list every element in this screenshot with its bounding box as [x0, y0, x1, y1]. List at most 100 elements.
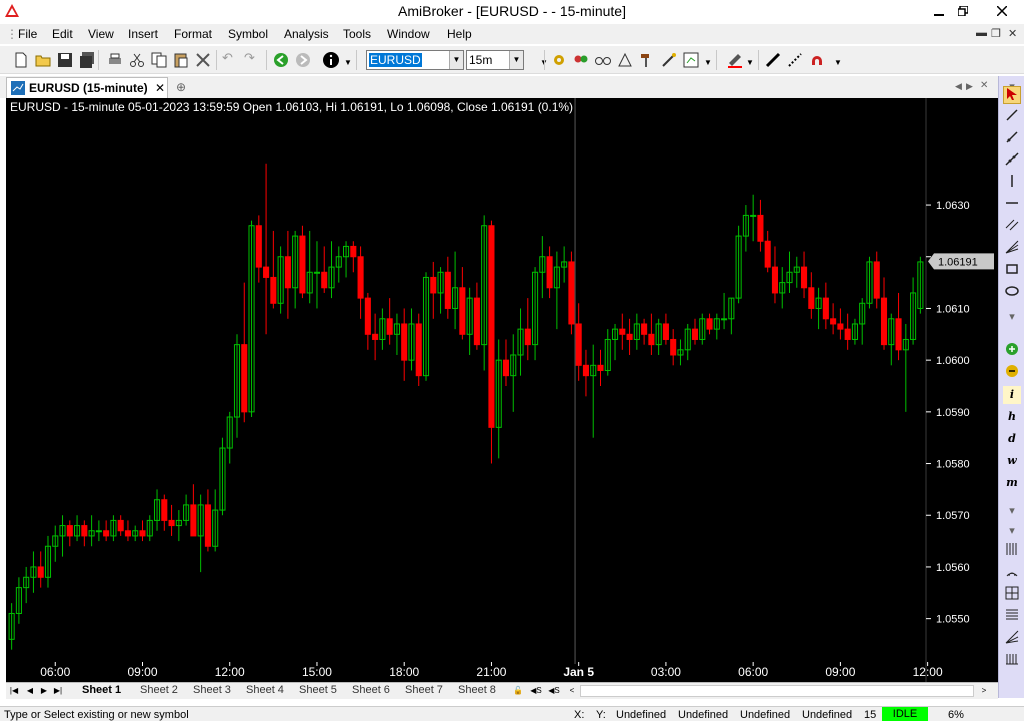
vertical-line-icon[interactable]: [1003, 174, 1021, 192]
candle-body[interactable]: [691, 328, 699, 340]
candle-body[interactable]: [161, 499, 168, 521]
interval-input[interactable]: 15m: [469, 53, 492, 67]
scroll-right-icon[interactable]: >: [978, 684, 990, 698]
candle-body[interactable]: [619, 328, 626, 335]
mdi-restore-icon[interactable]: ❐: [991, 27, 1001, 40]
candle-body[interactable]: [575, 323, 582, 366]
candle-body[interactable]: [750, 214, 757, 217]
menu-help[interactable]: Help: [447, 27, 472, 41]
ray-icon[interactable]: [1003, 130, 1021, 148]
sheet-tab-7[interactable]: Sheet 7: [405, 684, 443, 696]
interval-weekly-icon[interactable]: w: [1003, 452, 1021, 470]
candle-body[interactable]: [837, 323, 844, 330]
select-arrow-icon[interactable]: [1003, 86, 1021, 104]
pen-dropdown-icon[interactable]: ▼: [746, 58, 754, 67]
candle-body[interactable]: [721, 318, 728, 321]
candle-body[interactable]: [430, 276, 437, 294]
sheet-next-icon[interactable]: ▶: [38, 684, 50, 698]
dotted-line-icon[interactable]: [786, 51, 804, 69]
menu-tools[interactable]: Tools: [343, 27, 371, 41]
candle-body[interactable]: [270, 276, 277, 304]
forward-icon[interactable]: [294, 51, 312, 69]
toolbar-dropdown-icon[interactable]: ▾: [1003, 502, 1021, 520]
candle-body[interactable]: [459, 287, 466, 335]
cut-icon[interactable]: [128, 51, 146, 69]
zoom-out-icon[interactable]: [1003, 364, 1021, 382]
candlestick-chart[interactable]: 1.0630 1.0610 1.0600 1.0590 1.0580 1.0570 1.05…: [6, 98, 998, 682]
horizontal-scrollbar[interactable]: [580, 685, 974, 697]
candle-body[interactable]: [488, 225, 495, 428]
candle-body[interactable]: [771, 266, 779, 294]
candle-body[interactable]: [263, 266, 270, 278]
restore-button[interactable]: [948, 0, 978, 22]
symbol-input[interactable]: EURUSD: [369, 53, 422, 67]
candle-body[interactable]: [546, 256, 553, 289]
toolbar-dropdown-icon[interactable]: ▾: [1003, 522, 1021, 540]
sheet-prev-icon[interactable]: ◀: [24, 684, 36, 698]
candle-body[interactable]: [255, 225, 262, 268]
new-tab-icon[interactable]: ⊕: [176, 80, 186, 94]
candle-body[interactable]: [241, 344, 248, 413]
close-button[interactable]: [980, 0, 1024, 22]
candle-body[interactable]: [895, 318, 902, 351]
save-icon[interactable]: [56, 51, 74, 69]
candle-body[interactable]: [103, 530, 110, 537]
candle-body[interactable]: [95, 530, 102, 533]
sheet-tab-8[interactable]: Sheet 8: [458, 684, 496, 696]
sync-symbol-icon[interactable]: ◀S: [546, 684, 562, 698]
chevron-down-icon[interactable]: ▼: [449, 51, 463, 69]
candle-body[interactable]: [757, 214, 764, 242]
info-icon[interactable]: [322, 51, 340, 69]
menu-symbol[interactable]: Symbol: [228, 27, 268, 41]
lock-icon[interactable]: 🔓: [512, 684, 524, 698]
candle-body[interactable]: [830, 318, 837, 325]
sheet-tab-4[interactable]: Sheet 4: [246, 684, 284, 696]
hammer-icon[interactable]: [638, 51, 656, 69]
tab-scroll-left-icon[interactable]: ◀: [955, 81, 962, 92]
chart-export-icon[interactable]: [682, 51, 700, 69]
candle-body[interactable]: [190, 504, 197, 537]
pen-color-icon[interactable]: [726, 51, 744, 69]
back-icon[interactable]: [272, 51, 290, 69]
tab-close-all-icon[interactable]: ✕: [980, 80, 988, 91]
tab-close-icon[interactable]: ✕: [155, 81, 165, 95]
toolbar-overflow-icon[interactable]: ▼: [704, 58, 712, 67]
candle-body[interactable]: [880, 297, 888, 346]
horizontal-line-icon[interactable]: [1003, 196, 1021, 214]
tab-scroll-right-icon[interactable]: ▶: [966, 81, 973, 92]
redo-icon[interactable]: ↷: [244, 50, 255, 66]
fibonacci-retracement-icon[interactable]: [1003, 608, 1021, 626]
interval-combobox[interactable]: 15m ▼: [466, 50, 524, 70]
candle-body[interactable]: [299, 235, 306, 294]
interval-hourly-icon[interactable]: h: [1003, 408, 1021, 426]
candle-body[interactable]: [386, 318, 393, 335]
menu-edit[interactable]: Edit: [52, 27, 73, 41]
menu-insert[interactable]: Insert: [128, 27, 158, 41]
ellipse-icon[interactable]: [1003, 284, 1021, 302]
toolbar-overflow-icon[interactable]: ▼: [834, 58, 842, 67]
scroll-left-icon[interactable]: <: [566, 684, 578, 698]
chevron-down-icon[interactable]: ▼: [509, 51, 523, 69]
candle-body[interactable]: [81, 525, 88, 537]
candle-body[interactable]: [357, 256, 364, 299]
candle-body[interactable]: [415, 323, 422, 377]
cycle-lines-icon[interactable]: [1003, 542, 1021, 560]
sheet-tab-5[interactable]: Sheet 5: [299, 684, 337, 696]
candle-body[interactable]: [873, 261, 880, 299]
tab-eurusd-15-minute[interactable]: EURUSD (15-minute) ✕: [6, 77, 168, 98]
candle-body[interactable]: [524, 328, 531, 346]
copy-icon[interactable]: [150, 51, 168, 69]
candle-body[interactable]: [626, 333, 633, 340]
print-icon[interactable]: [106, 51, 124, 69]
rectangle-icon[interactable]: [1003, 262, 1021, 280]
candle-body[interactable]: [648, 333, 655, 346]
interval-daily-icon[interactable]: d: [1003, 430, 1021, 448]
candle-body[interactable]: [568, 261, 575, 325]
candle-body[interactable]: [313, 271, 321, 274]
candle-body[interactable]: [670, 338, 677, 356]
interval-intraday-icon[interactable]: i: [1003, 386, 1021, 404]
menu-format[interactable]: Format: [174, 27, 212, 41]
candle-body[interactable]: [168, 519, 175, 527]
candle-body[interactable]: [582, 364, 589, 377]
candle-body[interactable]: [822, 297, 829, 320]
